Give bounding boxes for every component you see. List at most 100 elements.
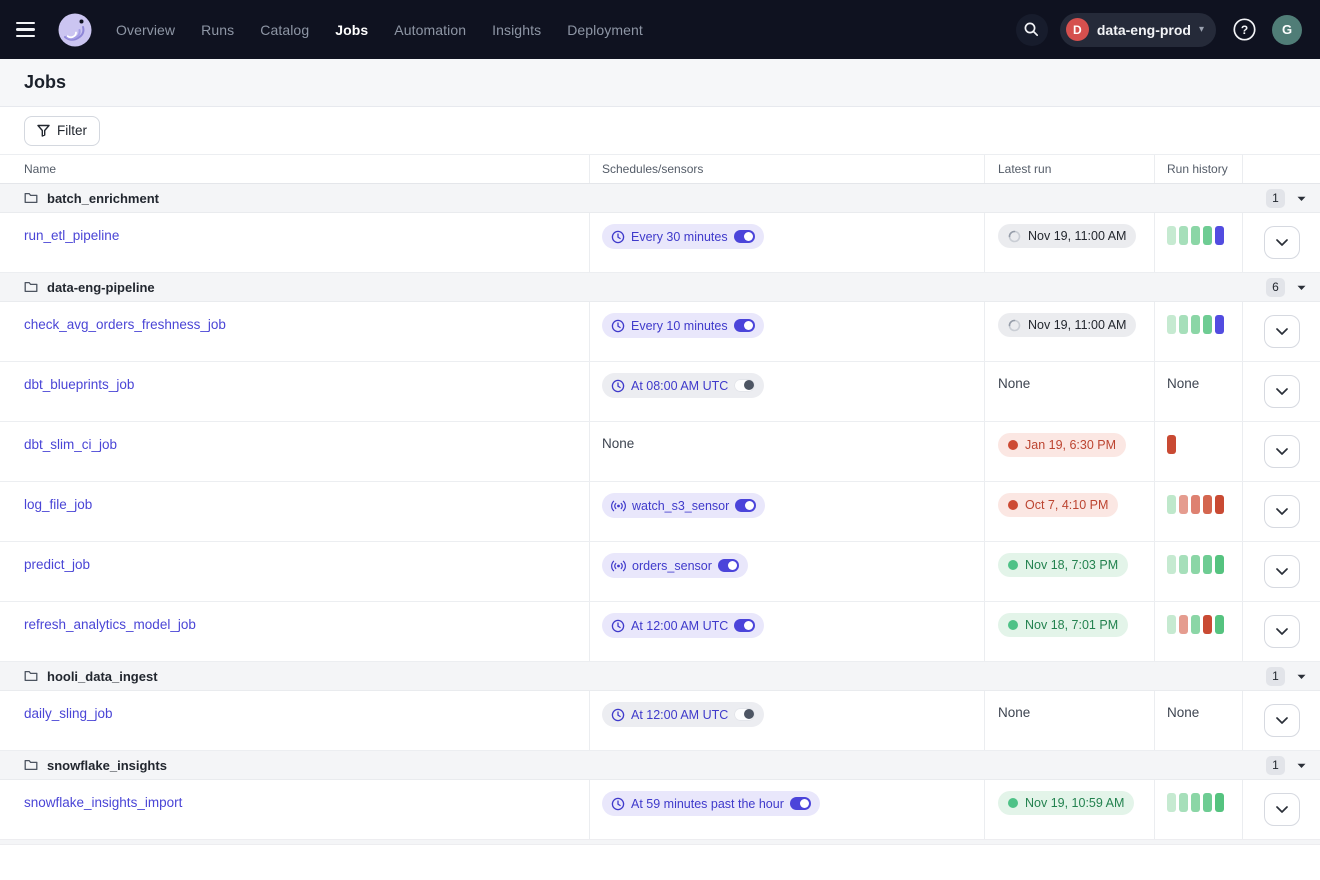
sensor-badge[interactable]: orders_sensor xyxy=(602,553,748,578)
filter-button[interactable]: Filter xyxy=(24,116,100,146)
run-history-chip[interactable] xyxy=(1191,226,1200,245)
caret-down-icon xyxy=(1297,196,1306,202)
schedule-toggle[interactable] xyxy=(734,379,755,392)
run-history-chip[interactable] xyxy=(1215,495,1224,514)
latest-run-pill[interactable]: Nov 19, 11:00 AM xyxy=(998,313,1136,337)
group-collapse-toggle[interactable] xyxy=(1297,667,1306,685)
latest-run-pill[interactable]: Oct 7, 4:10 PM xyxy=(998,493,1118,517)
schedule-toggle[interactable] xyxy=(734,230,755,243)
job-link[interactable]: refresh_analytics_model_job xyxy=(24,617,196,632)
run-history-chip[interactable] xyxy=(1203,555,1212,574)
job-link[interactable]: dbt_slim_ci_job xyxy=(24,437,117,452)
run-history-chip[interactable] xyxy=(1191,615,1200,634)
group-collapse-toggle[interactable] xyxy=(1297,189,1306,207)
run-history-chip[interactable] xyxy=(1167,495,1176,514)
run-history-chip[interactable] xyxy=(1167,793,1176,812)
job-link[interactable]: log_file_job xyxy=(24,497,92,512)
run-history-chip[interactable] xyxy=(1179,793,1188,812)
schedule-toggle[interactable] xyxy=(734,319,755,332)
run-history-chip[interactable] xyxy=(1203,226,1212,245)
run-history-chip[interactable] xyxy=(1203,495,1212,514)
group-row[interactable]: data-eng-pipeline6 xyxy=(0,273,1320,302)
run-history-chip[interactable] xyxy=(1191,315,1200,334)
group-collapse-toggle[interactable] xyxy=(1297,278,1306,296)
run-history-chip[interactable] xyxy=(1167,615,1176,634)
expand-row-button[interactable] xyxy=(1264,704,1300,737)
expand-row-button[interactable] xyxy=(1264,495,1300,528)
expand-row-button[interactable] xyxy=(1264,315,1300,348)
spinner-icon xyxy=(1008,319,1021,332)
nav-item-jobs[interactable]: Jobs xyxy=(335,22,368,38)
group-row[interactable]: snowflake_insights1 xyxy=(0,751,1320,780)
latest-run-pill[interactable]: Nov 19, 10:59 AM xyxy=(998,791,1134,815)
schedule-toggle[interactable] xyxy=(734,708,755,721)
run-history-chip[interactable] xyxy=(1191,555,1200,574)
nav-item-runs[interactable]: Runs xyxy=(201,22,234,38)
help-button[interactable]: ? xyxy=(1228,14,1260,46)
hamburger-menu-icon[interactable] xyxy=(16,17,42,43)
nav-item-overview[interactable]: Overview xyxy=(116,22,175,38)
run-history-chip[interactable] xyxy=(1167,315,1176,334)
search-button[interactable] xyxy=(1016,14,1048,46)
expand-row-button[interactable] xyxy=(1264,793,1300,826)
schedule-badge[interactable]: Every 10 minutes xyxy=(602,313,764,338)
expand-row-button[interactable] xyxy=(1264,555,1300,588)
run-history-chip[interactable] xyxy=(1203,615,1212,634)
run-history-chip[interactable] xyxy=(1203,793,1212,812)
run-history-chip[interactable] xyxy=(1167,226,1176,245)
job-link[interactable]: run_etl_pipeline xyxy=(24,228,119,243)
run-history-chip[interactable] xyxy=(1215,555,1224,574)
job-link[interactable]: predict_job xyxy=(24,557,90,572)
clock-icon xyxy=(611,797,625,811)
group-row[interactable]: batch_enrichment1 xyxy=(0,184,1320,213)
run-history-chip[interactable] xyxy=(1191,495,1200,514)
run-history-chip[interactable] xyxy=(1167,555,1176,574)
group-row[interactable]: hooli_data_ingest1 xyxy=(0,662,1320,691)
latest-run-pill[interactable]: Nov 18, 7:03 PM xyxy=(998,553,1128,577)
job-link[interactable]: dbt_blueprints_job xyxy=(24,377,134,392)
nav-item-automation[interactable]: Automation xyxy=(394,22,466,38)
latest-run-pill[interactable]: Nov 18, 7:01 PM xyxy=(998,613,1128,637)
run-history-chip[interactable] xyxy=(1215,315,1224,334)
schedule-toggle[interactable] xyxy=(734,619,755,632)
sensor-badge[interactable]: watch_s3_sensor xyxy=(602,493,765,518)
latest-run-pill[interactable]: Nov 19, 11:00 AM xyxy=(998,224,1136,248)
schedule-badge[interactable]: At 08:00 AM UTC xyxy=(602,373,764,398)
user-avatar[interactable]: G xyxy=(1272,15,1302,45)
latest-run-pill[interactable]: Jan 19, 6:30 PM xyxy=(998,433,1126,457)
schedule-toggle[interactable] xyxy=(790,797,811,810)
run-history-chip[interactable] xyxy=(1215,793,1224,812)
schedule-badge[interactable]: Every 30 minutes xyxy=(602,224,764,249)
schedule-badge[interactable]: At 12:00 AM UTC xyxy=(602,702,764,727)
nav-item-catalog[interactable]: Catalog xyxy=(260,22,309,38)
schedule-badge[interactable]: At 59 minutes past the hour xyxy=(602,791,820,816)
run-history-chip[interactable] xyxy=(1179,226,1188,245)
nav-item-deployment[interactable]: Deployment xyxy=(567,22,643,38)
run-history-chip[interactable] xyxy=(1167,435,1176,454)
schedule-badge[interactable]: At 12:00 AM UTC xyxy=(602,613,764,638)
job-link[interactable]: snowflake_insights_import xyxy=(24,795,182,810)
sensor-toggle[interactable] xyxy=(718,559,739,572)
clock-icon xyxy=(611,379,625,393)
expand-row-button[interactable] xyxy=(1264,226,1300,259)
expand-row-button[interactable] xyxy=(1264,615,1300,648)
deployment-switcher[interactable]: D data-eng-prod ▾ xyxy=(1060,13,1216,47)
folder-icon xyxy=(24,281,38,293)
run-history-chip[interactable] xyxy=(1179,615,1188,634)
run-history-chip[interactable] xyxy=(1203,315,1212,334)
expand-row-button[interactable] xyxy=(1264,435,1300,468)
job-link[interactable]: check_avg_orders_freshness_job xyxy=(24,317,226,332)
run-history-chip[interactable] xyxy=(1179,555,1188,574)
expand-row-button[interactable] xyxy=(1264,375,1300,408)
group-collapse-toggle[interactable] xyxy=(1297,756,1306,774)
caret-down-icon xyxy=(1297,674,1306,680)
run-history-chip[interactable] xyxy=(1215,615,1224,634)
run-history-chip[interactable] xyxy=(1191,793,1200,812)
run-history-chip[interactable] xyxy=(1179,495,1188,514)
nav-item-insights[interactable]: Insights xyxy=(492,22,541,38)
sensor-toggle[interactable] xyxy=(735,499,756,512)
job-link[interactable]: daily_sling_job xyxy=(24,706,113,721)
dagster-logo-icon[interactable] xyxy=(56,11,94,49)
run-history-chip[interactable] xyxy=(1215,226,1224,245)
run-history-chip[interactable] xyxy=(1179,315,1188,334)
